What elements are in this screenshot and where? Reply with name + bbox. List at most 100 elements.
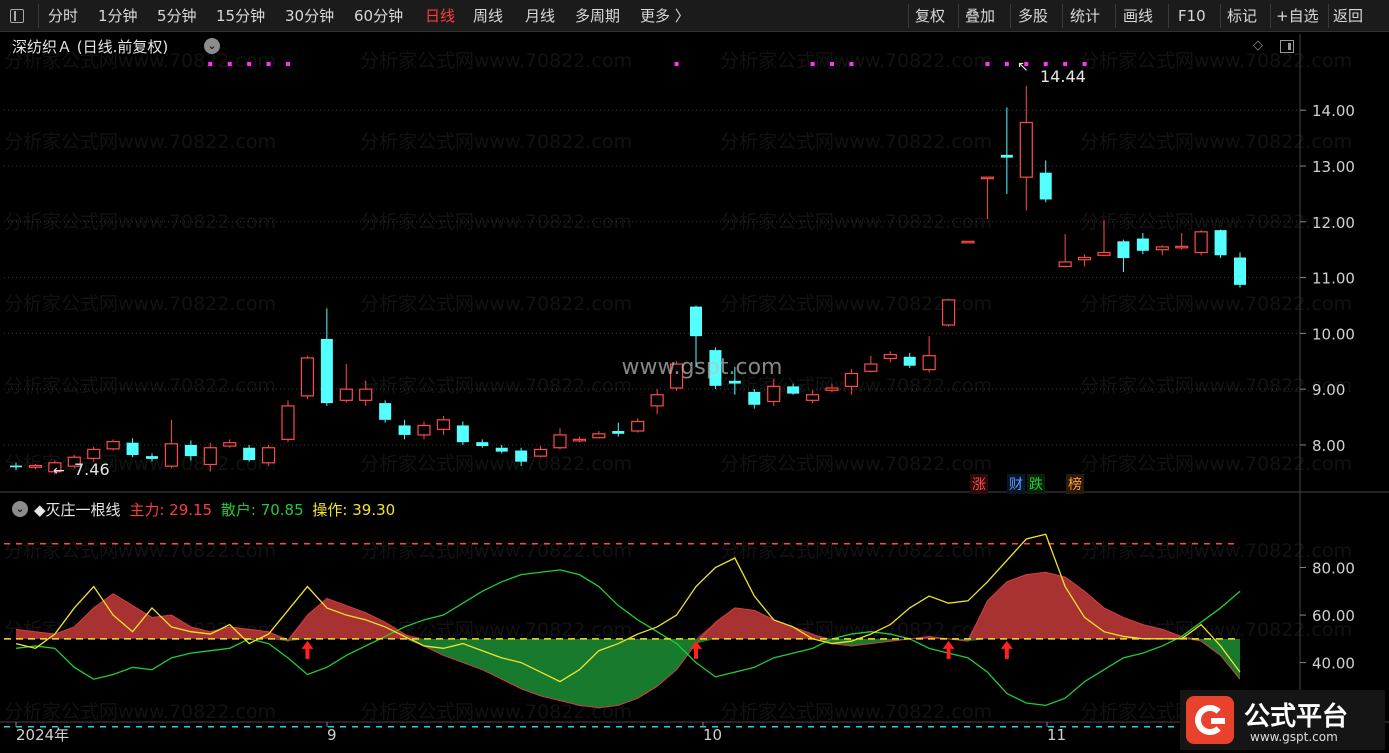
watermark-text: 分析家公式网www.70822.com bbox=[4, 293, 276, 315]
candle bbox=[495, 444, 508, 454]
toolbar-divider bbox=[908, 4, 909, 28]
watermark-text: 分析家公式网www.70822.com bbox=[1080, 453, 1352, 475]
candle-body-up bbox=[261, 447, 276, 464]
buy-arrow-icon bbox=[1000, 640, 1013, 659]
period-tab[interactable]: 60分钟 bbox=[354, 5, 403, 27]
period-tab[interactable]: 分时 bbox=[48, 5, 78, 27]
candle-body-down bbox=[398, 425, 411, 435]
watermark-text: 分析家公式网www.70822.com bbox=[4, 540, 276, 562]
price-tick-label: 9.00 bbox=[1312, 381, 1345, 399]
watermark-text: 分析家公式网www.70822.com bbox=[4, 701, 276, 723]
period-tab[interactable]: 1分钟 bbox=[98, 5, 138, 27]
candle-body-down bbox=[690, 306, 702, 337]
candle bbox=[1019, 85, 1033, 211]
period-tab[interactable]: 5分钟 bbox=[157, 5, 197, 27]
candle-body-down bbox=[320, 338, 333, 404]
candle-body-up bbox=[67, 456, 81, 467]
time-tick-label: 11 bbox=[1047, 726, 1066, 744]
candle bbox=[728, 366, 741, 395]
candle-body-down bbox=[10, 465, 22, 468]
candle-body-down bbox=[1117, 241, 1130, 259]
candle-body-down bbox=[126, 442, 139, 455]
candle bbox=[612, 422, 625, 437]
candle-body-up bbox=[1155, 246, 1169, 251]
low-arrow-icon: ← bbox=[53, 463, 65, 479]
die-badge[interactable]: 跌 bbox=[1027, 474, 1045, 494]
zhang-badge[interactable]: 涨 bbox=[970, 474, 988, 494]
candle-body-up bbox=[941, 299, 956, 326]
multi-period-tab[interactable]: 多周期 bbox=[575, 5, 620, 27]
period-tab[interactable]: 30分钟 bbox=[285, 5, 334, 27]
candle-body-down bbox=[515, 450, 528, 462]
candle bbox=[553, 428, 567, 450]
candle bbox=[320, 308, 333, 406]
toolbar-divider bbox=[1220, 4, 1221, 28]
statistics-button[interactable]: 统计 bbox=[1070, 5, 1100, 27]
back-button[interactable]: 返回 bbox=[1333, 5, 1363, 27]
candle bbox=[261, 444, 276, 467]
diamond-icon[interactable]: ◇ bbox=[1253, 38, 1263, 53]
candle bbox=[941, 298, 956, 327]
adjust-button[interactable]: 复权 bbox=[915, 5, 945, 27]
candle bbox=[767, 379, 781, 406]
candle bbox=[748, 389, 761, 409]
period-toolbar: 分时 1分钟 5分钟 15分钟 30分钟 60分钟 日线 周线 月线 多周期 更… bbox=[0, 0, 1389, 32]
mark-button[interactable]: 标记 bbox=[1227, 5, 1257, 27]
watermark-text: 分析家公式网www.70822.com bbox=[1080, 131, 1352, 153]
signal-dot bbox=[1043, 62, 1048, 66]
center-watermark: www.gspt.com bbox=[622, 355, 783, 380]
candle bbox=[359, 380, 373, 406]
candle bbox=[631, 418, 645, 433]
candle-body-up bbox=[300, 357, 315, 397]
gspt-logo: 公式平台 www.gspt.com bbox=[1180, 690, 1385, 750]
add-watchlist-button[interactable]: +自选 bbox=[1276, 5, 1319, 27]
candle bbox=[1136, 232, 1149, 255]
panel-toggle-icon[interactable] bbox=[1280, 40, 1294, 53]
toolbar-divider bbox=[1168, 4, 1169, 28]
signal-dot bbox=[286, 62, 290, 66]
candle-body-down bbox=[456, 425, 469, 443]
multi-stock-button[interactable]: 多股 bbox=[1018, 5, 1048, 27]
period-tab-active[interactable]: 日线 bbox=[425, 5, 455, 27]
candle-body-down bbox=[243, 447, 256, 461]
signal-dot bbox=[830, 62, 834, 66]
high-price-label: 14.44 bbox=[1040, 67, 1086, 86]
watermark-text: 分析家公式网www.70822.com bbox=[1080, 211, 1352, 233]
zhuli-value: 主力: 29.15 bbox=[129, 501, 213, 519]
period-tab[interactable]: 周线 bbox=[473, 5, 503, 27]
toolbar-divider bbox=[958, 4, 959, 28]
watermark-text: 分析家公式网www.70822.com bbox=[360, 293, 632, 315]
indicator-tick-label: 60.00 bbox=[1312, 607, 1355, 625]
candle bbox=[87, 446, 101, 462]
chevron-down-icon[interactable]: ⌄ bbox=[204, 38, 220, 54]
watermark-text: 分析家公式网www.70822.com bbox=[360, 453, 632, 475]
candle bbox=[436, 415, 451, 435]
toolbar-divider bbox=[1328, 4, 1329, 28]
indicator-layer bbox=[4, 533, 1241, 728]
layout-toggle-icon[interactable] bbox=[10, 9, 24, 23]
toolbar-divider bbox=[38, 4, 39, 28]
candle-body-down bbox=[728, 380, 741, 384]
overlay-button[interactable]: 叠加 bbox=[965, 5, 995, 27]
chevron-down-icon[interactable]: ⌄ bbox=[12, 501, 28, 517]
stock-title: 深纺织Ａ (日线.前复权) bbox=[12, 38, 169, 56]
signal-dot bbox=[208, 62, 213, 66]
candle-body-down bbox=[748, 391, 761, 405]
bang-badge[interactable]: 榜 bbox=[1066, 474, 1084, 494]
watermark-text: 分析家公式网www.70822.com bbox=[1080, 293, 1352, 315]
period-tab[interactable]: 15分钟 bbox=[216, 5, 265, 27]
candle bbox=[592, 431, 606, 439]
draw-line-button[interactable]: 画线 bbox=[1123, 5, 1153, 27]
f10-button[interactable]: F10 bbox=[1178, 5, 1206, 27]
logo-url: www.gspt.com bbox=[1250, 730, 1338, 744]
cai-badge[interactable]: 财 bbox=[1007, 474, 1025, 494]
watermark-text: 分析家公式网www.70822.com bbox=[720, 540, 992, 562]
candle-body-up bbox=[844, 372, 859, 387]
grid-layer bbox=[0, 34, 1389, 748]
more-menu[interactable]: 更多 〉 bbox=[640, 5, 690, 27]
period-tab[interactable]: 月线 bbox=[525, 5, 555, 27]
watermark-text: 分析家公式网www.70822.com bbox=[720, 701, 992, 723]
candle bbox=[1234, 252, 1246, 288]
candle bbox=[28, 463, 43, 470]
candle-body-up bbox=[864, 363, 878, 372]
